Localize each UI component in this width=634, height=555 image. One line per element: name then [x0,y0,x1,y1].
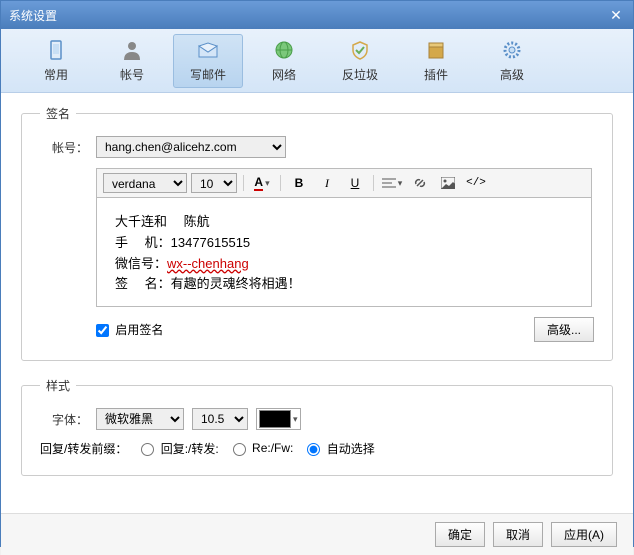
align-button[interactable]: ▾ [380,173,404,193]
tab-network[interactable]: 网络 [249,34,319,88]
prefix-label: 回复/转发前缀： [40,440,127,457]
underline-button[interactable]: U [343,173,367,193]
main-tabs: 常用 帐号 写邮件 网络 反垃圾 插件 高级 [1,29,633,93]
compose-icon [196,38,220,62]
style-font-select[interactable]: 微软雅黑 [96,408,184,430]
tab-compose[interactable]: 写邮件 [173,34,243,88]
style-color-swatch[interactable]: ▾ [256,408,301,430]
link-button[interactable] [408,173,432,193]
style-legend: 样式 [40,377,76,394]
tab-advanced[interactable]: 高级 [477,34,547,88]
font-family-select[interactable]: verdana [103,173,187,193]
tab-account[interactable]: 帐号 [97,34,167,88]
editor-toolbar: verdana 10 A▾ B I U ▾ </> [96,168,592,197]
close-icon[interactable]: ✕ [607,6,625,24]
signature-editor[interactable]: 大千连和 陈航 手 机：13477615515 微信号：wx--chenhang… [96,197,592,307]
dialog-footer: 确定 取消 应用(A) [1,513,633,555]
apply-button[interactable]: 应用(A) [551,522,617,547]
gear-icon [500,38,524,62]
style-group: 样式 字体： 微软雅黑 10.5 ▾ 回复/转发前缀： 回复:/转发: Re:/… [21,377,613,476]
signature-legend: 签名 [40,105,76,122]
font-label: 字体： [40,411,88,428]
prefix-option-cn[interactable]: 回复:/转发: [141,440,218,457]
shield-icon [348,38,372,62]
font-color-button[interactable]: A▾ [250,173,274,193]
box-icon [424,38,448,62]
globe-icon [272,38,296,62]
tab-antispam[interactable]: 反垃圾 [325,34,395,88]
user-icon [120,38,144,62]
style-size-select[interactable]: 10.5 [192,408,248,430]
settings-window: 系统设置 ✕ 常用 帐号 写邮件 网络 反垃圾 插件 高级 [0,0,634,547]
font-size-select[interactable]: 10 [191,173,237,193]
prefix-option-auto[interactable]: 自动选择 [307,440,374,457]
code-button[interactable]: </> [464,173,488,193]
italic-button[interactable]: I [315,173,339,193]
enable-signature-checkbox[interactable]: 启用签名 [96,321,163,338]
cancel-button[interactable]: 取消 [493,522,543,547]
tab-plugins[interactable]: 插件 [401,34,471,88]
bold-button[interactable]: B [287,173,311,193]
tab-common[interactable]: 常用 [21,34,91,88]
ok-button[interactable]: 确定 [435,522,485,547]
phone-icon [44,38,68,62]
content-area: 签名 帐号： hang.chen@alicehz.com verdana 10 … [1,93,633,513]
titlebar: 系统设置 ✕ [1,1,633,29]
signature-group: 签名 帐号： hang.chen@alicehz.com verdana 10 … [21,105,613,361]
signature-advanced-button[interactable]: 高级... [534,317,594,342]
window-title: 系统设置 [9,7,607,24]
account-label: 帐号： [40,139,88,156]
image-button[interactable] [436,173,460,193]
prefix-option-en[interactable]: Re:/Fw: [233,441,294,455]
account-select[interactable]: hang.chen@alicehz.com [96,136,286,158]
